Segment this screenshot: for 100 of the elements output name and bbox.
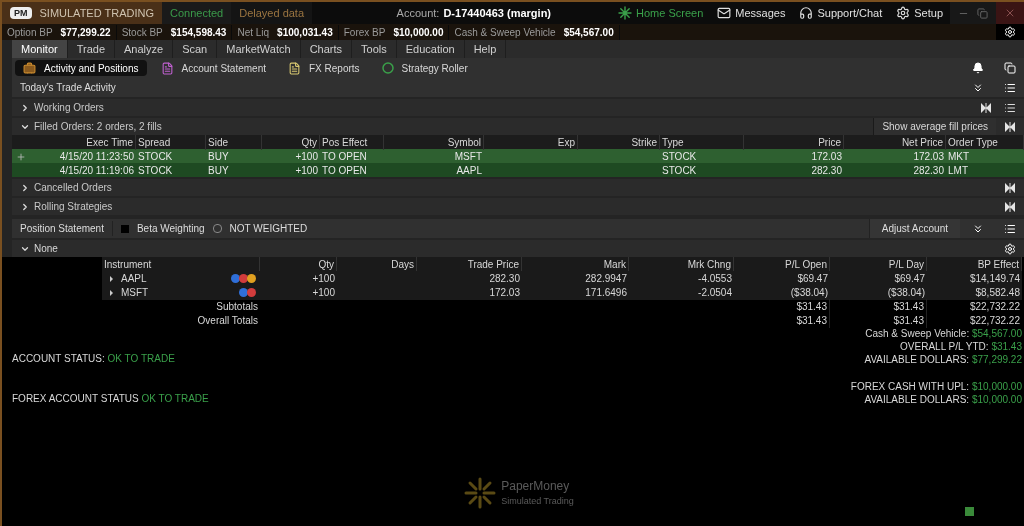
sub-tab[interactable]: Strategy Roller	[373, 60, 476, 76]
table-cell-text: STOCK	[661, 150, 698, 164]
section-header[interactable]: Filled Orders: 2 orders, 2 fills Show average fill prices	[12, 118, 1024, 135]
table-cell-text: 172.03	[912, 150, 945, 164]
chevron-down-icon[interactable]	[972, 222, 984, 235]
settings-icon	[896, 6, 911, 20]
group-title: None	[34, 242, 58, 256]
table-cell-text: +100	[294, 164, 319, 178]
group-header[interactable]: None	[12, 240, 1024, 257]
balance-label: Net Liq	[237, 25, 270, 40]
sub-tab[interactable]: Activity and Positions	[15, 60, 147, 76]
collapse-icon[interactable]	[1004, 121, 1016, 132]
broker-logo-icon	[965, 507, 974, 516]
show-average-fill-prices-button[interactable]: Show average fill prices	[873, 118, 996, 135]
section-header[interactable]: Cancelled Orders	[12, 179, 1024, 196]
table-cell-text: BUY	[207, 164, 230, 178]
table-cell: -2.0504	[629, 285, 734, 300]
panel-title: Today's Trade Activity	[20, 81, 116, 95]
mode-label: SIMULATED TRADING	[39, 5, 154, 21]
table-cell-text: TO OPEN	[321, 164, 368, 178]
order-row[interactable]: 4/15/20 11:23:50 STOCK BUY +100 TO OPEN MSFT STOCK 172.03 172.03 MKT	[12, 149, 1024, 163]
toolbar-link[interactable]: Setup	[889, 2, 950, 24]
collapse-icon[interactable]	[1004, 201, 1016, 212]
logo-title: PaperMoney	[501, 478, 571, 496]
beta-weighting-checkbox[interactable]	[120, 224, 129, 233]
position-statement-title: Position Statement	[12, 221, 113, 236]
starburst-icon	[618, 6, 632, 20]
table-cell-text: BUY	[207, 150, 230, 164]
toolbar-link[interactable]: Support/Chat	[792, 2, 890, 24]
table-cell: $31.43	[734, 313, 830, 328]
table-cell-text: TO OPEN	[321, 150, 368, 164]
table-cell-text: 282.30	[912, 164, 945, 178]
table-cell-text: 4/15/20 11:19:06	[58, 164, 135, 178]
symbol-text: MSFT	[121, 286, 149, 300]
symbol-text: AAPL	[121, 272, 147, 286]
status-line: FOREX ACCOUNT STATUS OK TO TRADE	[12, 392, 209, 405]
account-number[interactable]: D-17440463 (margin)	[443, 4, 551, 22]
list-icon[interactable]	[1004, 81, 1016, 94]
detach-icon[interactable]	[1004, 62, 1016, 74]
sub-tab[interactable]: Account Statement	[152, 60, 274, 76]
balance-value: $154,598.43	[170, 25, 227, 40]
pm-badge: PM	[10, 7, 32, 19]
table-cell: $8,582.48	[927, 285, 1022, 300]
section-title: Rolling Strategies	[34, 200, 113, 214]
document-icon	[288, 61, 301, 75]
status-line: ACCOUNT STATUS: OK TO TRADE	[12, 352, 175, 365]
table-cell-text: AAPL	[455, 164, 483, 178]
toolbar-link[interactable]: Messages	[710, 2, 793, 24]
bell-icon[interactable]	[972, 62, 984, 74]
chevron-right-icon	[20, 182, 30, 193]
table-cell-text: STOCK	[137, 150, 174, 164]
settings-icon[interactable]	[1004, 242, 1016, 255]
table-cell: 172.03	[417, 285, 522, 300]
summary-line: FOREX CASH WITH UPL: $10,000.00	[850, 380, 1022, 393]
table-cell-text: MSFT	[453, 150, 483, 164]
balance-label: Cash & Sweep Vehicle	[454, 25, 556, 40]
table-cell: 171.6496	[522, 285, 629, 300]
collapse-icon[interactable]	[1004, 182, 1016, 193]
section-header[interactable]: Working Orders	[12, 99, 1024, 116]
headset-icon	[799, 6, 814, 20]
briefcase-icon	[23, 61, 36, 75]
table-cell-text: LMT	[947, 164, 969, 178]
table-cell: ($38.04)	[734, 285, 830, 300]
chevron-down-icon[interactable]	[972, 81, 984, 94]
section-header[interactable]: Rolling Strategies	[12, 198, 1024, 215]
table-cell: $31.43	[734, 299, 830, 314]
balance-label: Option BP	[7, 25, 53, 40]
table-cell-text: 4/15/20 11:23:50	[58, 150, 135, 164]
list-icon[interactable]	[1004, 222, 1016, 235]
close-icon[interactable]	[1004, 7, 1016, 19]
account-label: Account:	[396, 5, 440, 21]
chevron-right-icon	[20, 102, 30, 113]
table-cell: ($38.04)	[830, 285, 927, 300]
collapse-icon[interactable]	[980, 102, 992, 113]
balance-value: $10,000.00	[393, 25, 444, 40]
adjust-account-button[interactable]: Adjust Account	[868, 219, 960, 238]
circle-icon	[381, 62, 394, 74]
table-cell-text: 282.30	[810, 164, 843, 178]
order-row[interactable]: 4/15/20 11:19:06 STOCK BUY +100 TO OPEN AAPL STOCK 282.30 282.30 LMT	[12, 163, 1024, 177]
list-icon[interactable]	[1004, 101, 1016, 114]
table-cell-text: $22,732.22	[968, 314, 1021, 328]
chevron-right-icon	[20, 201, 30, 212]
summary-line: AVAILABLE DOLLARS: $77,299.22	[864, 353, 1022, 366]
table-cell-text: STOCK	[661, 164, 698, 178]
add-icon[interactable]	[16, 151, 26, 162]
sub-tab[interactable]: FX Reports	[280, 60, 368, 76]
document-icon	[160, 61, 174, 75]
instrument-cell[interactable]: MSFT	[102, 285, 260, 300]
balance-label: Forex BP	[343, 25, 386, 40]
toolbar-link[interactable]: Home Screen	[611, 2, 711, 24]
data-feed-status: Delayed data	[231, 2, 313, 24]
table-cell-text: +100	[294, 150, 319, 164]
totals-label: Subtotals	[215, 300, 259, 314]
section-title: Cancelled Orders	[34, 181, 112, 195]
summary-line: Cash & Sweep Vehicle: $54,567.00	[865, 327, 1022, 340]
starburst-logo-icon	[463, 476, 498, 510]
table-cell-text: 172.03	[810, 150, 843, 164]
nav-tab[interactable]: Monitor	[12, 40, 68, 58]
settings-icon[interactable]	[1004, 26, 1016, 38]
weighting-value[interactable]: NOT WEIGHTED	[229, 221, 308, 236]
